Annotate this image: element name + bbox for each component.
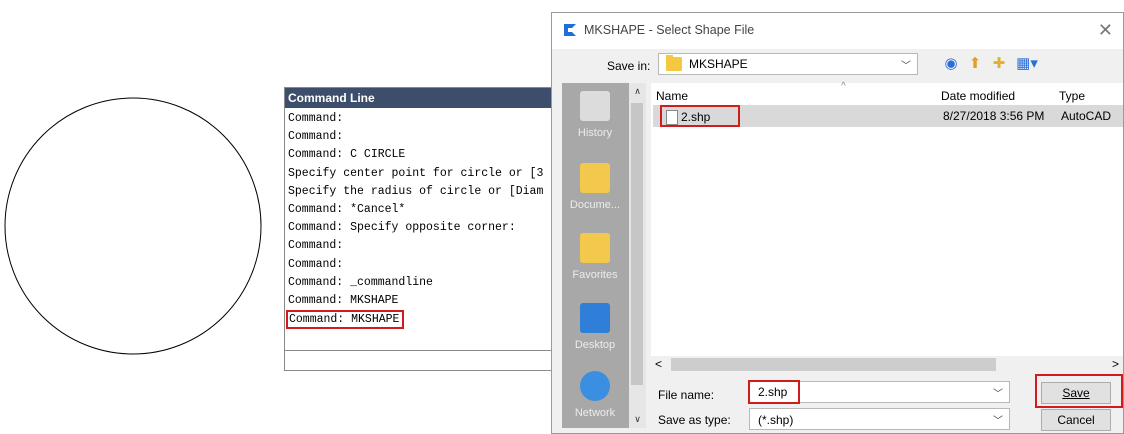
places-bar: History Docume... Favorites Desktop Netw… xyxy=(562,83,646,428)
column-header-name[interactable]: Name xyxy=(656,89,688,103)
views-menu-icon[interactable]: ▦▾ xyxy=(1014,55,1040,73)
command-history-line: Command: xyxy=(288,257,344,271)
history-icon xyxy=(580,91,610,121)
place-label: Network xyxy=(574,407,616,419)
command-history-line: Command: Specify opposite corner: xyxy=(288,221,516,235)
file-name: 2.shp xyxy=(681,110,711,124)
cancel-button[interactable]: Cancel xyxy=(1041,409,1111,431)
place-history[interactable]: History xyxy=(562,83,628,153)
drawing-circle[interactable] xyxy=(0,0,270,434)
place-label: Docume... xyxy=(569,199,621,211)
column-header-type[interactable]: Type xyxy=(1059,89,1085,103)
places-scrollbar[interactable]: ∧ ∨ xyxy=(629,83,646,428)
favorites-icon xyxy=(580,233,610,263)
place-network[interactable]: Network xyxy=(562,363,628,433)
file-date: 8/27/2018 3:56 PM xyxy=(943,109,1045,123)
place-label: Favorites xyxy=(572,269,618,281)
app-logo-icon xyxy=(564,24,576,36)
file-name-input[interactable]: 2.shp ﹀ xyxy=(748,380,1010,404)
network-icon xyxy=(580,371,610,401)
place-favorites[interactable]: Favorites xyxy=(562,225,628,295)
command-line-title: Command Line xyxy=(285,88,556,108)
chevron-down-icon: ﹀ xyxy=(993,416,1003,427)
desktop-icon xyxy=(580,303,610,333)
command-history-line-highlighted: Command: MKSHAPE xyxy=(286,310,405,330)
dialog-titlebar: MKSHAPE - Select Shape File ✕ xyxy=(552,13,1123,49)
command-history-line: Command: C CIRCLE xyxy=(288,148,406,162)
command-input[interactable] xyxy=(285,350,556,370)
scroll-thumb[interactable] xyxy=(671,358,996,371)
command-history-line: Specify the radius of circle or [Diam xyxy=(288,184,544,198)
file-list: ^ Name Date modified Type 2.shp 8/27/201… xyxy=(651,81,1123,373)
scroll-down-icon[interactable]: ∨ xyxy=(629,411,646,428)
file-row-selected[interactable]: 2.shp 8/27/2018 3:56 PM AutoCAD xyxy=(653,105,1123,127)
save-in-dropdown[interactable]: MKSHAPE ﹀ xyxy=(658,53,918,75)
save-in-label: Save in: xyxy=(607,59,651,73)
scroll-right-icon[interactable]: > xyxy=(1112,356,1119,373)
command-history: Command: Command: Command: C CIRCLE Spec… xyxy=(285,110,556,350)
sort-ascending-icon: ^ xyxy=(841,81,846,92)
save-as-type-value: (*.shp) xyxy=(758,413,794,427)
folder-icon xyxy=(666,55,682,71)
up-folder-icon[interactable]: ⬆ xyxy=(966,55,984,73)
dialog-title: MKSHAPE - Select Shape File xyxy=(584,23,755,37)
file-name-label: File name: xyxy=(658,388,715,402)
command-history-line: Command: xyxy=(288,239,344,253)
new-folder-icon[interactable]: ✚ xyxy=(990,55,1008,73)
save-button[interactable]: Save xyxy=(1041,382,1111,404)
horizontal-scrollbar[interactable]: < > xyxy=(651,356,1123,373)
scroll-thumb[interactable] xyxy=(631,103,643,385)
command-history-line: Command: xyxy=(288,112,344,125)
command-history-line: Command: MKSHAPE xyxy=(288,293,399,307)
command-history-line: Command: *Cancel* xyxy=(288,202,406,216)
scroll-up-icon[interactable]: ∧ xyxy=(629,83,646,100)
save-in-value: MKSHAPE xyxy=(689,57,748,71)
back-icon[interactable]: ◉ xyxy=(942,55,960,73)
chevron-down-icon[interactable]: ﹀ xyxy=(993,385,1003,400)
save-as-type-dropdown[interactable]: (*.shp) ﹀ xyxy=(749,408,1010,430)
place-label: Desktop xyxy=(574,339,616,351)
select-shape-file-dialog: MKSHAPE - Select Shape File ✕ Save in: M… xyxy=(551,12,1124,434)
chevron-down-icon: ﹀ xyxy=(901,61,911,72)
file-icon xyxy=(666,110,678,125)
file-highlight-box: 2.shp xyxy=(660,105,740,127)
file-name-value: 2.shp xyxy=(758,385,788,399)
command-history-line: Command: xyxy=(288,130,344,144)
save-as-type-label: Save as type: xyxy=(658,413,731,427)
scroll-left-icon[interactable]: < xyxy=(655,356,662,373)
place-documents[interactable]: Docume... xyxy=(562,155,628,225)
command-line-window: Command Line Command: Command: Command: … xyxy=(284,87,557,371)
place-desktop[interactable]: Desktop xyxy=(562,295,628,365)
column-header-date[interactable]: Date modified xyxy=(941,89,1015,103)
command-history-line: Specify center point for circle or [3 xyxy=(288,166,544,180)
file-type: AutoCAD xyxy=(1061,109,1112,123)
command-history-line: Command: _commandline xyxy=(288,275,433,289)
close-icon[interactable]: ✕ xyxy=(1098,20,1113,41)
documents-icon xyxy=(580,163,610,193)
place-label: History xyxy=(577,127,613,139)
